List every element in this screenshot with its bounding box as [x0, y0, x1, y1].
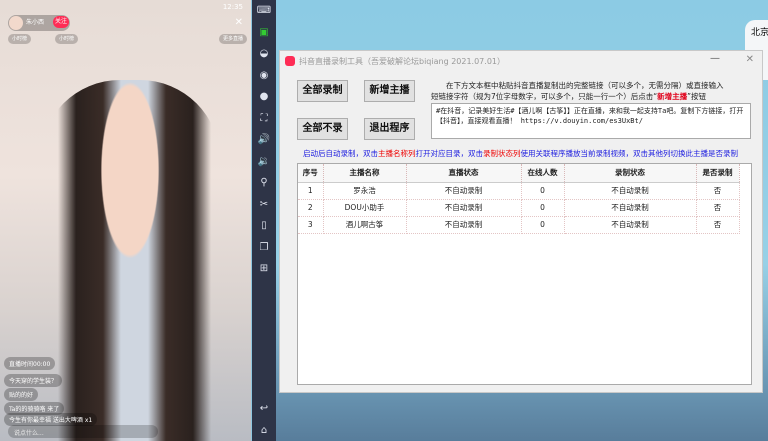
table-row[interactable]: 2 DOU小助手 不自动录制 0 不自动录制否 — [298, 199, 740, 217]
home-icon[interactable]: ⌂ — [252, 420, 276, 441]
keyboard-icon[interactable]: ⌨ — [252, 0, 276, 22]
follow-button[interactable]: 关注 — [53, 16, 69, 28]
window-title: 抖音直播录制工具（吾爱破解论坛biqiang 2021.07.01） — [299, 57, 505, 66]
cell-index[interactable]: 2 — [298, 199, 324, 217]
volume-up-icon[interactable]: 🔊 — [252, 129, 276, 151]
cell-host-name[interactable]: DOU小助手 — [323, 199, 407, 217]
avatar — [9, 16, 23, 30]
col-live-status[interactable]: 直播状态 — [406, 164, 522, 183]
cell-online-count[interactable]: 0 — [521, 182, 565, 200]
hour-rank-chip[interactable]: 小时榜 — [55, 34, 79, 44]
table-row[interactable]: 1 罗永浩 不自动录制 0 不自动录制否 — [298, 182, 740, 200]
instruction-line-2-end: ”按钮 — [687, 92, 707, 101]
back-icon[interactable]: ↩ — [252, 398, 276, 420]
cell-online-count[interactable]: 0 — [521, 199, 565, 217]
cell-online-count[interactable]: 0 — [521, 216, 565, 234]
cell-index[interactable]: 3 — [298, 216, 324, 234]
cell-record-status[interactable]: 不自动录制 — [564, 216, 697, 234]
instruction-highlight: 新增主播 — [657, 92, 688, 101]
live-stream-view: 12:35 朱小西 关注 ✕ 小时榜 小时榜 更多直播 直播时间00:00 今天… — [0, 0, 251, 441]
record-none-button[interactable]: 全部不录 — [297, 118, 348, 140]
record-all-button[interactable]: 全部录制 — [297, 80, 348, 102]
location-icon[interactable]: ⚲ — [252, 172, 276, 194]
gamepad-icon[interactable]: ◒ — [252, 43, 276, 65]
volume-down-icon[interactable]: 🔉 — [252, 151, 276, 173]
cell-live-status[interactable]: 不自动录制 — [406, 182, 522, 200]
recorder-window: 抖音直播录制工具（吾爱破解论坛biqiang 2021.07.01） — ✕ 全… — [279, 50, 763, 393]
cell-record-enabled[interactable]: 否 — [696, 199, 740, 217]
cell-live-status[interactable]: 不自动录制 — [406, 216, 522, 234]
cell-host-name[interactable]: 酒儿啊古筝 — [323, 216, 407, 234]
link-input[interactable]: #在抖音，记录美好生活#【酒儿啊【古筝】】正在直播，来和我一起支持Ta吧。复制下… — [431, 103, 751, 139]
col-index[interactable]: 序号 — [298, 164, 324, 183]
install-icon[interactable]: ⊞ — [252, 258, 276, 280]
close-icon[interactable]: ✕ — [235, 17, 243, 28]
usage-hint: 启动后自动录制，双击主播名称列打开对应目录，双击录制状态列使用关联程序播放当前录… — [303, 148, 738, 159]
host-table[interactable]: 序号 主播名称 直播状态 在线人数 录制状态 是否录制 1 罗永浩 不自动录制 0 不自… — [297, 163, 752, 385]
app-logo-icon — [285, 56, 295, 66]
screen-icon[interactable]: ▣ — [252, 22, 276, 44]
cell-index[interactable]: 1 — [298, 182, 324, 200]
cell-record-status[interactable]: 不自动录制 — [564, 182, 697, 200]
cell-record-enabled[interactable]: 否 — [696, 182, 740, 200]
host-name: 朱小西 — [26, 19, 45, 26]
cell-record-status[interactable]: 不自动录制 — [564, 199, 697, 217]
instructions: 在下方文本框中粘贴抖音直播复制出的完整链接（可以多个，无需分隔）或直接输入 短链… — [431, 80, 761, 102]
exit-button[interactable]: 退出程序 — [364, 118, 415, 140]
more-live-chip[interactable]: 更多直播 — [218, 34, 247, 44]
chat-message: 贴的的好 — [4, 388, 39, 401]
fullscreen-icon[interactable]: ⛶ — [252, 108, 276, 130]
comment-input[interactable]: 说点什么... — [8, 425, 158, 438]
cell-live-status[interactable]: 不自动录制 — [406, 199, 522, 217]
chat-message: 今天穿的学生装？ — [4, 374, 63, 387]
instruction-line-1: 在下方文本框中粘贴抖音直播复制出的完整链接（可以多个，无需分隔）或直接输入 — [446, 81, 724, 90]
dot-icon[interactable]: ● — [252, 86, 276, 108]
col-host-name[interactable]: 主播名称 — [323, 164, 407, 183]
close-icon[interactable]: ✕ — [746, 54, 754, 65]
hint-red: 录制状态列 — [483, 149, 521, 158]
instruction-line-2: 短链接字符（规为7位字母数字，可以多个，只能一行一个）后点击“ — [431, 92, 658, 101]
minimize-icon[interactable]: — — [710, 53, 720, 64]
hint-text: 打开对应目录，双击 — [415, 149, 484, 158]
status-time: 12:35 — [222, 3, 243, 11]
chat-message: 直播时间00:00 — [4, 357, 56, 370]
streamer-video — [40, 80, 220, 441]
add-host-button[interactable]: 新增主播 — [364, 80, 415, 102]
emulator-sidebar: ⌨ ▣ ◒ ◉ ● ⛶ 🔊 🔉 ⚲ ✂ ▯ ❐ ⊞ ↩ ⌂ — [252, 0, 276, 441]
weather-city: 北京 — [751, 28, 768, 38]
multi-window-icon[interactable]: ❐ — [252, 237, 276, 259]
cell-host-name[interactable]: 罗永浩 — [323, 182, 407, 200]
cell-record-enabled[interactable]: 否 — [696, 216, 740, 234]
hint-text: 启动后自动录制，双击 — [303, 149, 378, 158]
table-row[interactable]: 3 酒儿啊古筝 不自动录制 0 不自动录制否 — [298, 216, 740, 234]
shake-icon[interactable]: ▯ — [252, 215, 276, 237]
hint-red: 主播名称列 — [378, 149, 416, 158]
eye-icon[interactable]: ◉ — [252, 65, 276, 87]
col-online-count[interactable]: 在线人数 — [521, 164, 565, 183]
scissors-icon[interactable]: ✂ — [252, 194, 276, 216]
col-record-status[interactable]: 录制状态 — [564, 164, 697, 183]
rank-chip[interactable]: 小时榜 — [8, 34, 32, 44]
col-record-enabled[interactable]: 是否录制 — [696, 164, 740, 183]
title-bar: 抖音直播录制工具（吾爱破解论坛biqiang 2021.07.01） — ✕ — [280, 51, 762, 71]
hint-text: 使用关联程序播放当前录制视频，双击其他列切换此主播是否录制 — [520, 149, 739, 158]
